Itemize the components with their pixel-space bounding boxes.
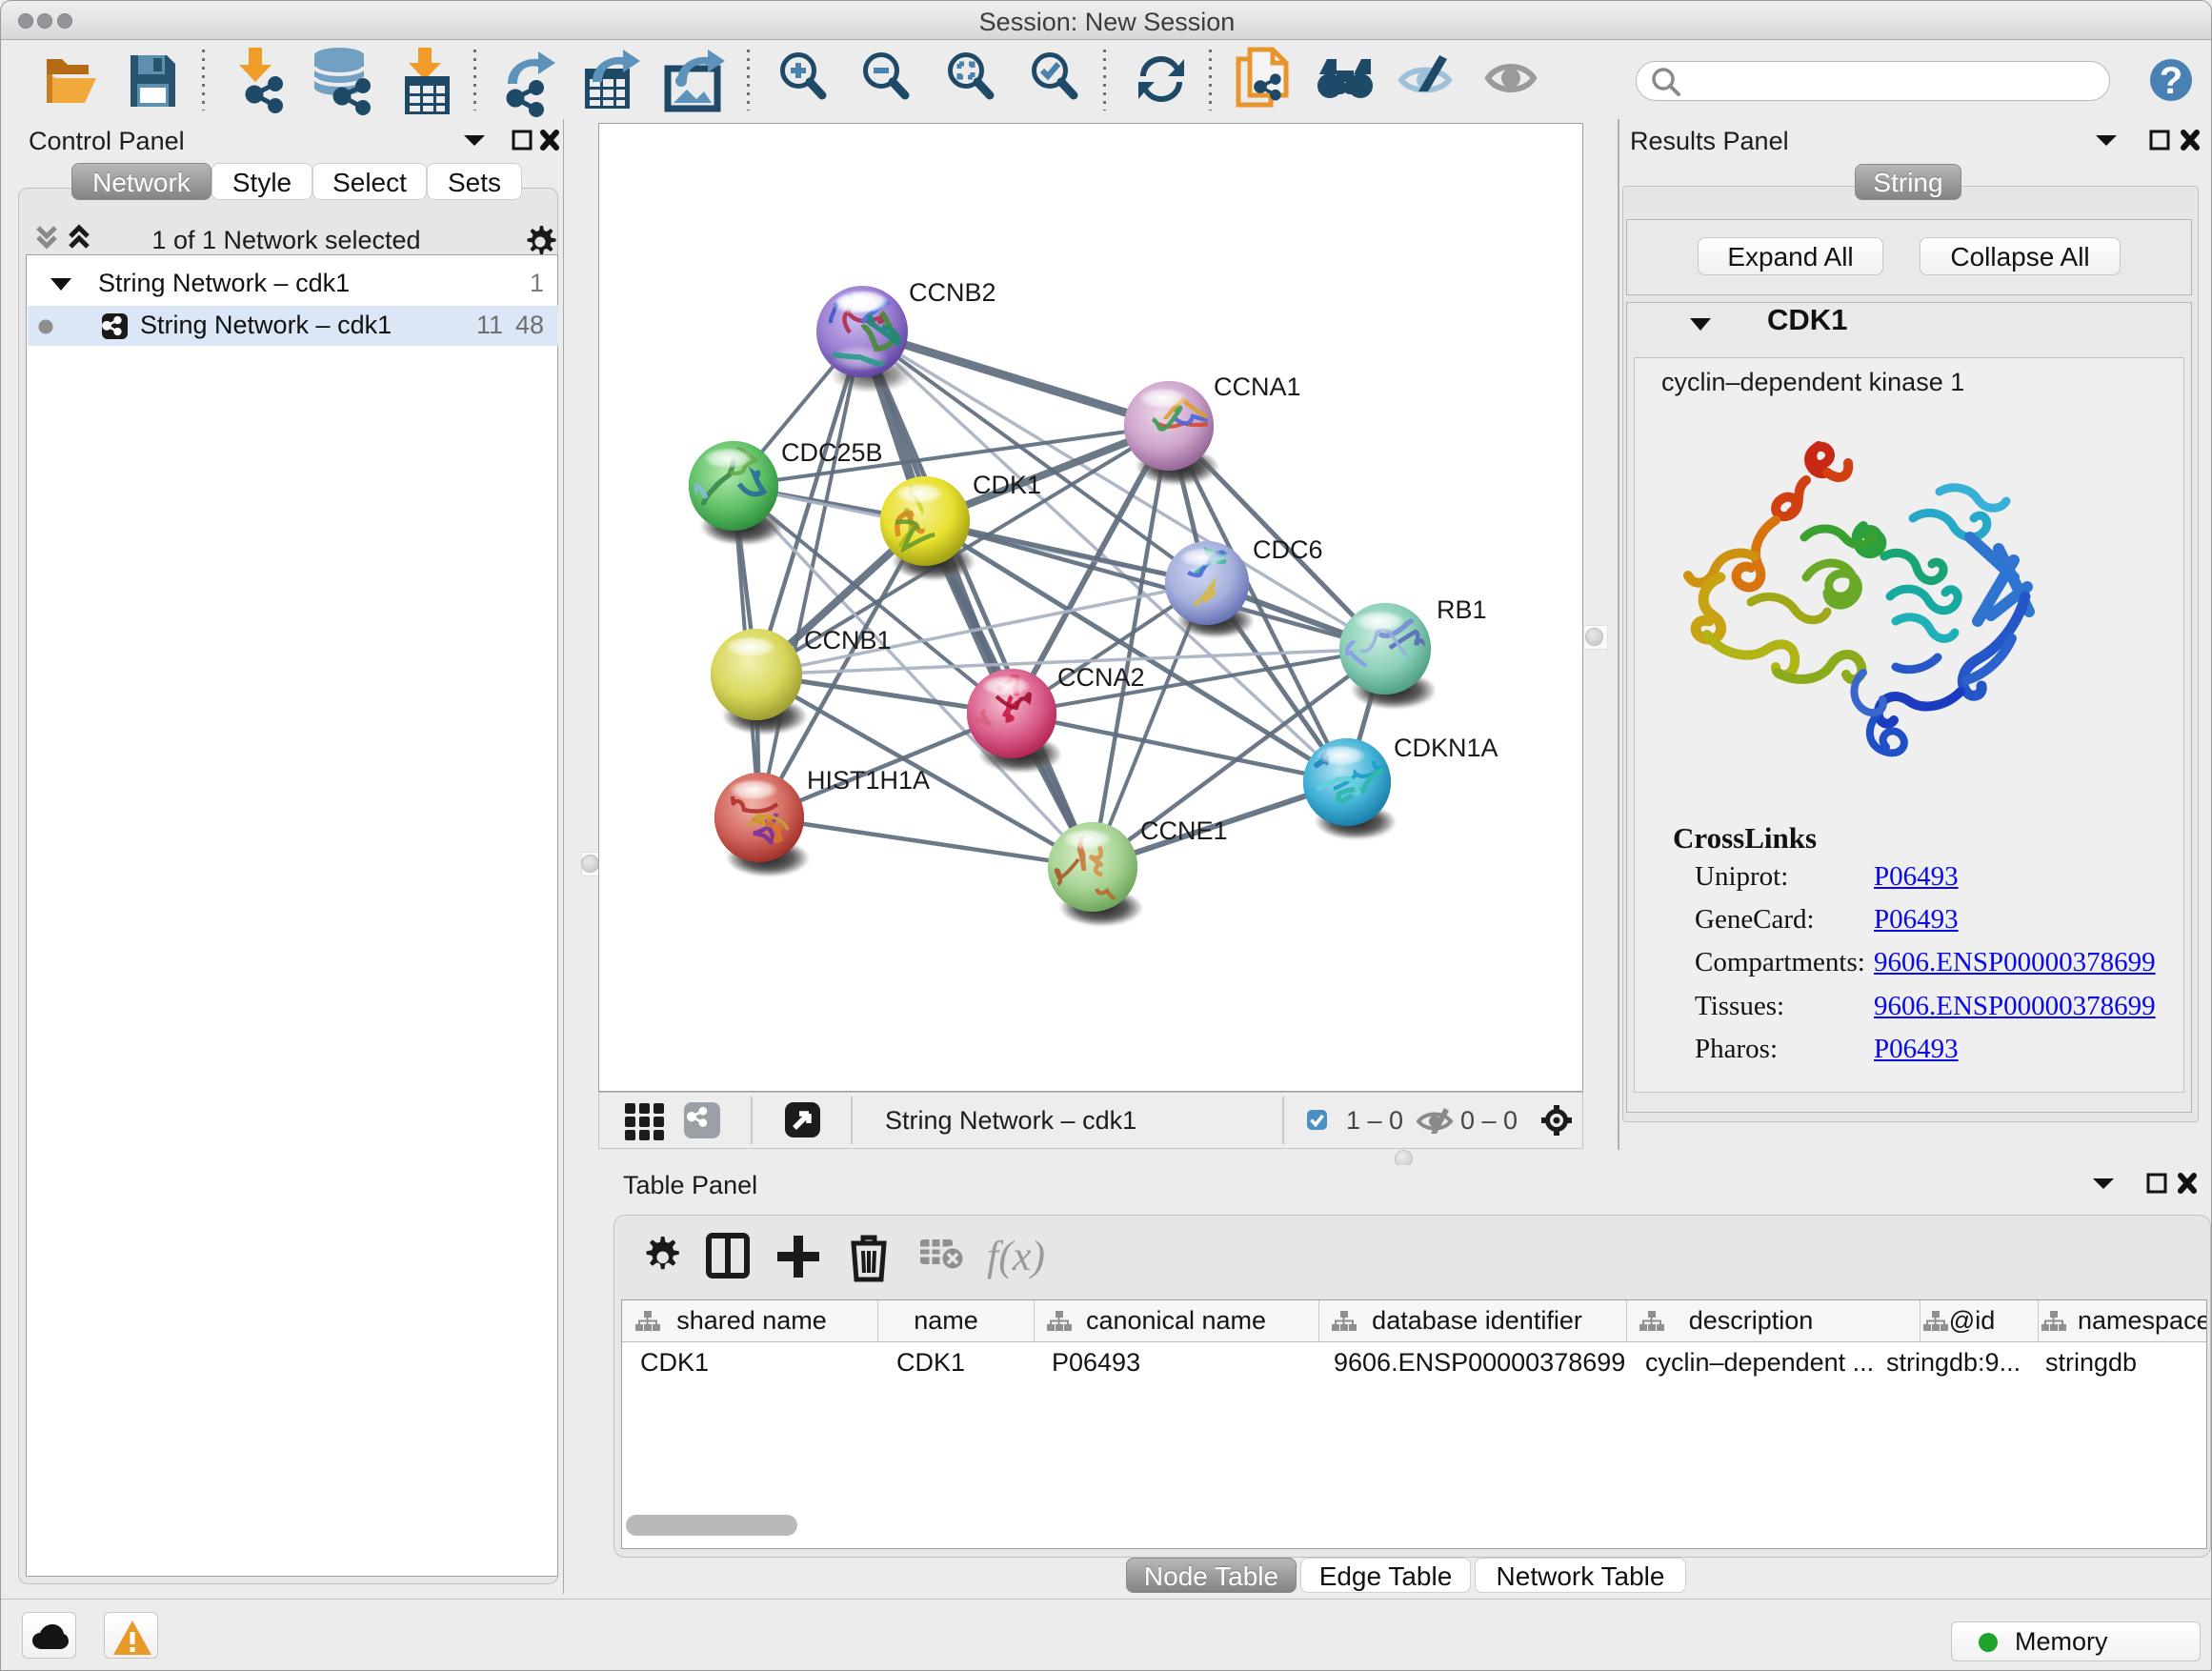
svg-text:RB1: RB1 [1437, 595, 1487, 624]
svg-text:1 – 0: 1 – 0 [1346, 1106, 1403, 1135]
svg-text:CCNA2: CCNA2 [1057, 663, 1145, 692]
svg-text:0 – 0: 0 – 0 [1460, 1106, 1518, 1135]
svg-text:CDKN1A: CDKN1A [1394, 734, 1498, 762]
svg-text:?: ? [2160, 60, 2182, 102]
svg-text:f(x): f(x) [987, 1233, 1045, 1279]
svg-text:CDC25B: CDC25B [781, 438, 883, 467]
svg-text:CCNB1: CCNB1 [804, 626, 892, 654]
svg-text:CDK1: CDK1 [973, 471, 1041, 499]
svg-text:CDC6: CDC6 [1253, 535, 1323, 564]
svg-text:CCNB2: CCNB2 [909, 278, 996, 307]
svg-text:String Network – cdk1: String Network – cdk1 [885, 1106, 1136, 1135]
svg-text:CCNE1: CCNE1 [1140, 816, 1228, 845]
svg-text:CCNA1: CCNA1 [1214, 372, 1301, 401]
svg-text:HIST1H1A: HIST1H1A [807, 766, 930, 795]
